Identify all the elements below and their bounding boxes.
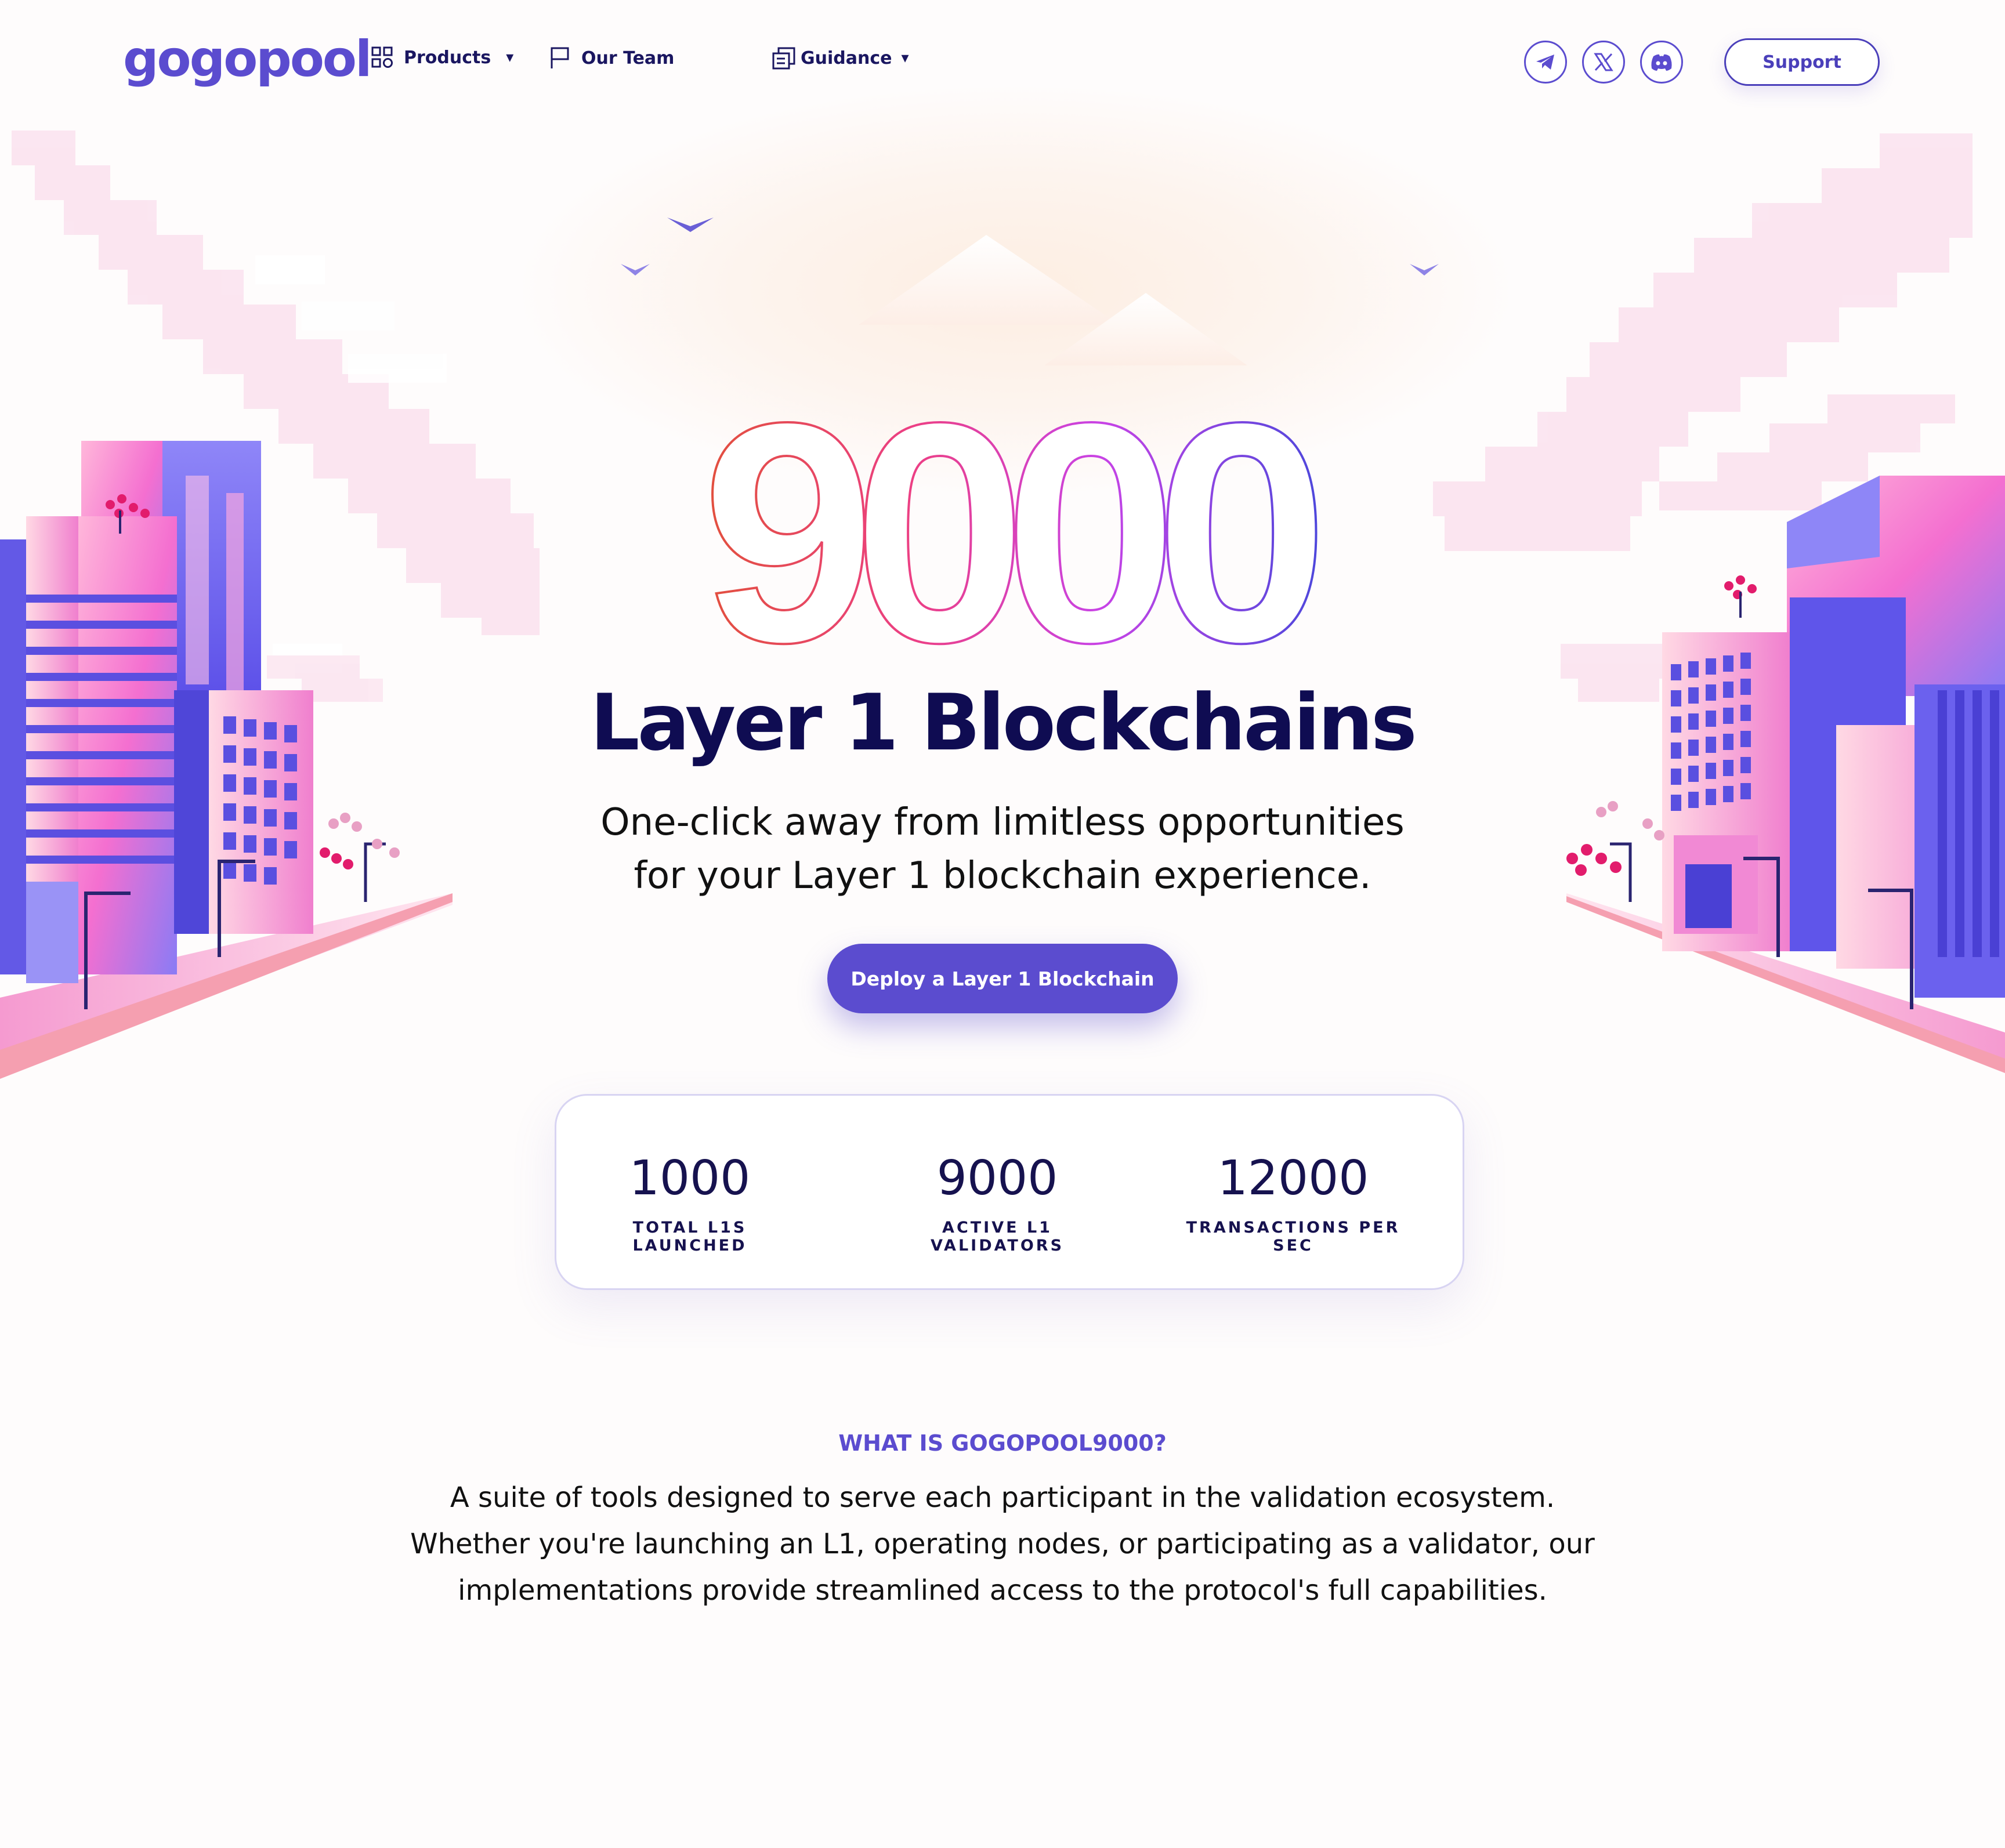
nav-our-team[interactable]: Our Team [549, 46, 674, 70]
stats-card: 1000 TOTAL L1S LAUNCHED 9000 ACTIVE L1 V… [555, 1094, 1464, 1290]
stat-label: TOTAL L1S LAUNCHED [632, 1219, 747, 1255]
flag-icon [551, 47, 569, 68]
top-nav: gogopool Products ▾ Our Team Guidance ▾ [0, 0, 2005, 122]
nav-our-team-label: Our Team [581, 48, 675, 68]
chevron-down-icon: ▾ [901, 49, 909, 67]
nav-guidance[interactable]: Guidance ▾ [772, 46, 909, 70]
stat-value: 9000 [936, 1151, 1058, 1206]
hero-big-number-text: 9000 [701, 406, 1316, 661]
stat-tps: 12000 TRANSACTIONS PER SEC [1177, 1151, 1409, 1255]
what-is-heading: WHAT IS GOGOPOOL9000? [838, 1430, 1167, 1456]
telegram-link[interactable] [1524, 41, 1567, 84]
stat-active-validators: 9000 ACTIVE L1 VALIDATORS [887, 1151, 1108, 1255]
x-twitter-link[interactable] [1582, 41, 1625, 84]
stat-value: 1000 [629, 1151, 751, 1206]
deploy-l1-button[interactable]: Deploy a Layer 1 Blockchain [827, 944, 1178, 1013]
what-is-line3: implementations provide streamlined acce… [458, 1574, 1547, 1607]
stat-label: ACTIVE L1 VALIDATORS [930, 1219, 1065, 1255]
gogopool-logo[interactable]: gogopool [123, 30, 372, 88]
stat-value: 12000 [1217, 1151, 1369, 1206]
chevron-down-icon: ▾ [506, 49, 514, 66]
what-is-line1: A suite of tools designed to serve each … [450, 1481, 1555, 1514]
nav-products-label: Products [404, 47, 491, 68]
stat-label: TRANSACTIONS PER SEC [1186, 1219, 1400, 1255]
grid-icon [371, 46, 393, 68]
stat-total-l1s: 1000 TOTAL L1S LAUNCHED [614, 1151, 765, 1255]
hero-subtitle: One-click away from limitless opportunit… [0, 796, 2005, 903]
support-button[interactable]: Support [1724, 38, 1880, 86]
what-is-line2: Whether you're launching an L1, operatin… [410, 1528, 1595, 1560]
hero-subtitle-line1: One-click away from limitless opportunit… [600, 801, 1405, 844]
discord-icon [1651, 54, 1672, 71]
nav-guidance-label: Guidance [801, 48, 892, 68]
documents-icon [772, 47, 795, 70]
telegram-icon [1536, 55, 1554, 70]
hero-big-number: 9000 [700, 406, 1340, 661]
x-icon [1594, 53, 1613, 71]
hero-title: Layer 1 Blockchains [590, 677, 1417, 768]
hero-subtitle-line2: for your Layer 1 blockchain experience. [634, 854, 1371, 897]
nav-products[interactable]: Products ▾ [371, 46, 513, 68]
what-is-description: A suite of tools designed to serve each … [0, 1474, 2005, 1614]
discord-link[interactable] [1640, 41, 1683, 84]
